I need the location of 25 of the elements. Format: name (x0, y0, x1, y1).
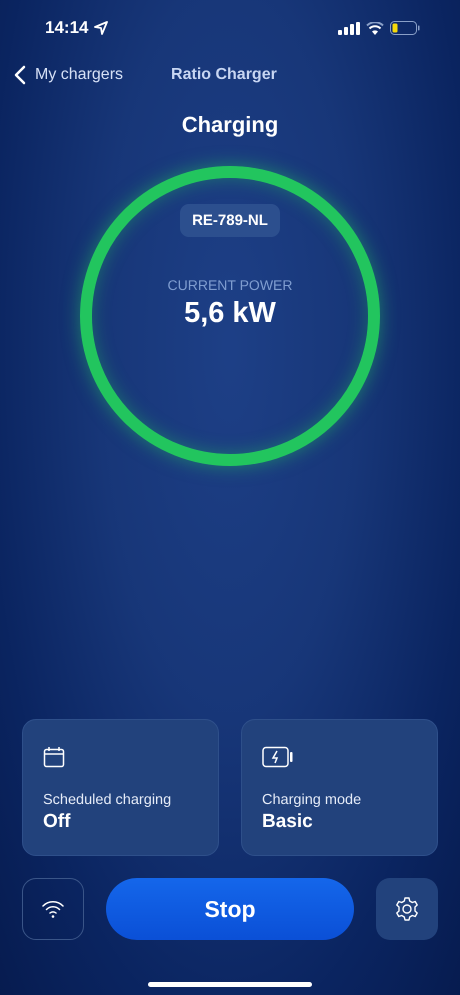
setting-card[interactable]: Scheduled charging Off (22, 719, 219, 856)
card-value: Off (43, 811, 70, 833)
back-chevron-icon (14, 65, 26, 85)
wifi-status-icon (366, 22, 384, 34)
setting-card[interactable]: Charging mode Basic (241, 719, 438, 856)
settings-button[interactable] (376, 878, 438, 940)
signal-icon (338, 22, 360, 34)
location-arrow-icon (94, 21, 108, 35)
power-label: CURRENT POWER (168, 277, 292, 293)
calendar-icon (43, 746, 65, 768)
battery-bolt-icon (262, 746, 294, 768)
license-plate-tag: RE-789-NL (180, 204, 280, 237)
back-link[interactable]: My chargers (14, 65, 124, 85)
card-label: Scheduled charging (43, 792, 172, 808)
card-label: Charging mode (262, 792, 362, 808)
charger-name: Ratio Charger (171, 66, 277, 84)
power-value: 5,6 kW (184, 297, 276, 330)
settings-icon (394, 896, 420, 922)
wifi-icon (42, 900, 64, 918)
card-value: Basic (262, 811, 313, 833)
wifi-button[interactable] (22, 878, 84, 940)
charging-status-title: Charging (180, 112, 280, 138)
stop-button[interactable]: Stop (106, 878, 354, 940)
battery-status-icon (390, 21, 420, 35)
status-time: 14:14 (45, 18, 88, 38)
